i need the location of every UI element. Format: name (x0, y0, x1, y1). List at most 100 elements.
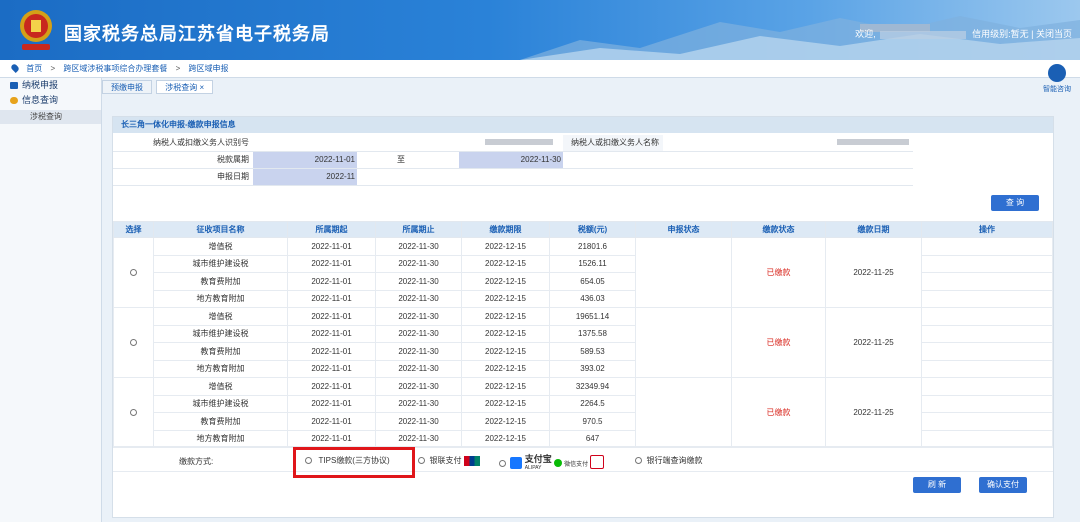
bank-query-option[interactable]: 银行端查询缴款 (635, 455, 702, 466)
taxpayer-id-label: 纳税人或扣缴义务人识别号 (113, 135, 253, 152)
amount-cell: 2264.5 (549, 394, 636, 413)
amount-cell: 19651.14 (549, 307, 636, 326)
sidebar-subitem-tax-query[interactable]: 涉税查询 (0, 110, 101, 124)
item-name-cell: 地方教育附加 (153, 289, 288, 308)
location-pin-icon (10, 63, 20, 73)
item-name-cell: 城市维护建设税 (153, 254, 288, 273)
wechat-pay-icon (553, 459, 562, 467)
alipay-logo-icon (510, 457, 523, 469)
period-to-cell: 2022-11-30 (375, 377, 462, 396)
row-select-radio[interactable] (130, 339, 137, 346)
period-to-cell: 2022-11-30 (375, 237, 462, 256)
main-panel: 长三角一体化申报-缴款申报信息 纳税人或扣缴义务人识别号 纳税人或扣缴义务人名称… (112, 116, 1054, 518)
action-cell (921, 324, 1053, 343)
breadcrumb-package[interactable]: 跨区域涉税事项综合办理套餐 (63, 64, 167, 73)
action-cell (921, 254, 1053, 273)
period-from-input[interactable]: 2022-11-01 (253, 151, 357, 168)
refresh-button[interactable]: 刷 新 (913, 477, 961, 493)
action-cell (921, 394, 1053, 413)
action-cell (921, 272, 1053, 291)
breadcrumb-home[interactable]: 首页 (26, 64, 42, 73)
bank-radio[interactable] (635, 457, 642, 464)
amount-cell: 654.05 (549, 272, 636, 291)
query-form: 纳税人或扣缴义务人识别号 纳税人或扣缴义务人名称 税款属期 2022-11-01… (113, 135, 913, 186)
period-from-cell: 2022-11-01 (287, 289, 376, 308)
sidebar-item-tax-filing[interactable]: 纳税申报 (0, 78, 101, 93)
filing-status-cell (635, 237, 732, 308)
taxpayer-name-label: 纳税人或扣缴义务人名称 (563, 135, 663, 152)
period-from-cell: 2022-11-01 (287, 412, 376, 431)
period-to-cell: 2022-11-30 (375, 272, 462, 291)
breadcrumb: 首页 > 跨区域涉税事项综合办理套餐 > 跨区域申报 (0, 60, 1080, 78)
table-row: 增值税 2022-11-01 2022-11-30 2022-12-15 21801.6… (113, 237, 1053, 308)
period-from-cell: 2022-11-01 (287, 237, 376, 256)
col-to: 所属期止 (375, 221, 462, 238)
period-from-cell: 2022-11-01 (287, 307, 376, 326)
pay-date-cell: 2022-11-25 (825, 237, 922, 308)
amount-cell: 21801.6 (549, 237, 636, 256)
item-name-cell: 教育费附加 (153, 272, 288, 291)
tab-tax-query[interactable]: 涉税查询 × (156, 80, 214, 94)
breadcrumb-current[interactable]: 跨区域申报 (189, 64, 229, 73)
tips-radio[interactable] (305, 457, 312, 464)
amount-cell: 32349.94 (549, 377, 636, 396)
period-from-cell: 2022-11-01 (287, 377, 376, 396)
period-from-cell: 2022-11-01 (287, 342, 376, 361)
item-name-cell: 教育费附加 (153, 342, 288, 361)
due-date-cell: 2022-12-15 (461, 254, 550, 273)
alipay-radio[interactable] (499, 460, 506, 467)
headset-icon (1048, 64, 1066, 82)
due-date-cell: 2022-12-15 (461, 289, 550, 308)
period-from-cell: 2022-11-01 (287, 429, 376, 448)
period-from-cell: 2022-11-01 (287, 324, 376, 343)
wechat-pay-label: 微信支付 (564, 462, 589, 468)
tips-option[interactable]: TIPS缴款(三方协议) (305, 455, 390, 466)
tab-prepay-filing[interactable]: 预缴申报 (102, 80, 152, 94)
row-select-cell (113, 237, 154, 308)
due-date-cell: 2022-12-15 (461, 359, 550, 378)
period-label: 税款属期 (113, 151, 253, 169)
taxpayer-name-field (663, 135, 913, 152)
smart-help-button[interactable]: 智能咨询 (1042, 64, 1072, 94)
unionpay-radio[interactable] (418, 457, 425, 464)
pay-date-cell: 2022-11-25 (825, 377, 922, 448)
confirm-pay-button[interactable]: 确认支付 (979, 477, 1027, 493)
col-pay-status: 缴款状态 (731, 221, 826, 238)
period-from-cell: 2022-11-01 (287, 272, 376, 291)
help-label: 智能咨询 (1043, 86, 1071, 93)
apply-date-label: 申报日期 (113, 168, 253, 186)
row-select-radio[interactable] (130, 409, 137, 416)
alipay-wechat-option[interactable]: 支付宝 ALIPAY 微信支付 (499, 455, 605, 472)
pay-status-cell: 已缴款 (731, 237, 826, 308)
pay-date-cell: 2022-11-25 (825, 307, 922, 378)
amount-cell: 647 (549, 429, 636, 448)
col-amount: 税额(元) (549, 221, 636, 238)
taxpayer-id-field (253, 135, 563, 152)
unionpay-option[interactable]: 银联支付 (418, 455, 480, 466)
welcome-text: 欢迎, (855, 29, 876, 39)
section-title: 长三角一体化申报-缴款申报信息 (113, 117, 1053, 133)
action-cell (921, 342, 1053, 361)
action-cell (921, 307, 1053, 326)
chat-bubble-icon (10, 97, 18, 104)
action-cell (921, 237, 1053, 256)
table-row: 增值税 2022-11-01 2022-11-30 2022-12-15 19651.1… (113, 307, 1053, 378)
due-date-cell: 2022-12-15 (461, 429, 550, 448)
item-name-cell: 增值税 (153, 377, 288, 396)
credit-level: 信用级别:暂无 (972, 29, 1029, 39)
period-to-cell: 2022-11-30 (375, 342, 462, 361)
apply-date-input[interactable]: 2022-11 (253, 168, 357, 185)
sidebar-item-info-query[interactable]: 信息查询 (0, 93, 101, 108)
query-button[interactable]: 查 询 (991, 195, 1039, 211)
period-from-cell: 2022-11-01 (287, 394, 376, 413)
payment-method-row: 缴款方式: TIPS缴款(三方协议) 银联支付 支付宝 ALIPAY 微信支付 银… (113, 446, 1053, 478)
period-from-cell: 2022-11-01 (287, 359, 376, 378)
item-name-cell: 城市维护建设税 (153, 394, 288, 413)
payment-method-label: 缴款方式: (179, 457, 214, 466)
period-to-input[interactable]: 2022-11-30 (459, 151, 563, 168)
unionpay-logo-icon (463, 456, 480, 466)
close-page-link[interactable]: 关闭当页 (1036, 29, 1072, 39)
action-cell (921, 412, 1053, 431)
row-select-radio[interactable] (130, 269, 137, 276)
item-name-cell: 地方教育附加 (153, 359, 288, 378)
